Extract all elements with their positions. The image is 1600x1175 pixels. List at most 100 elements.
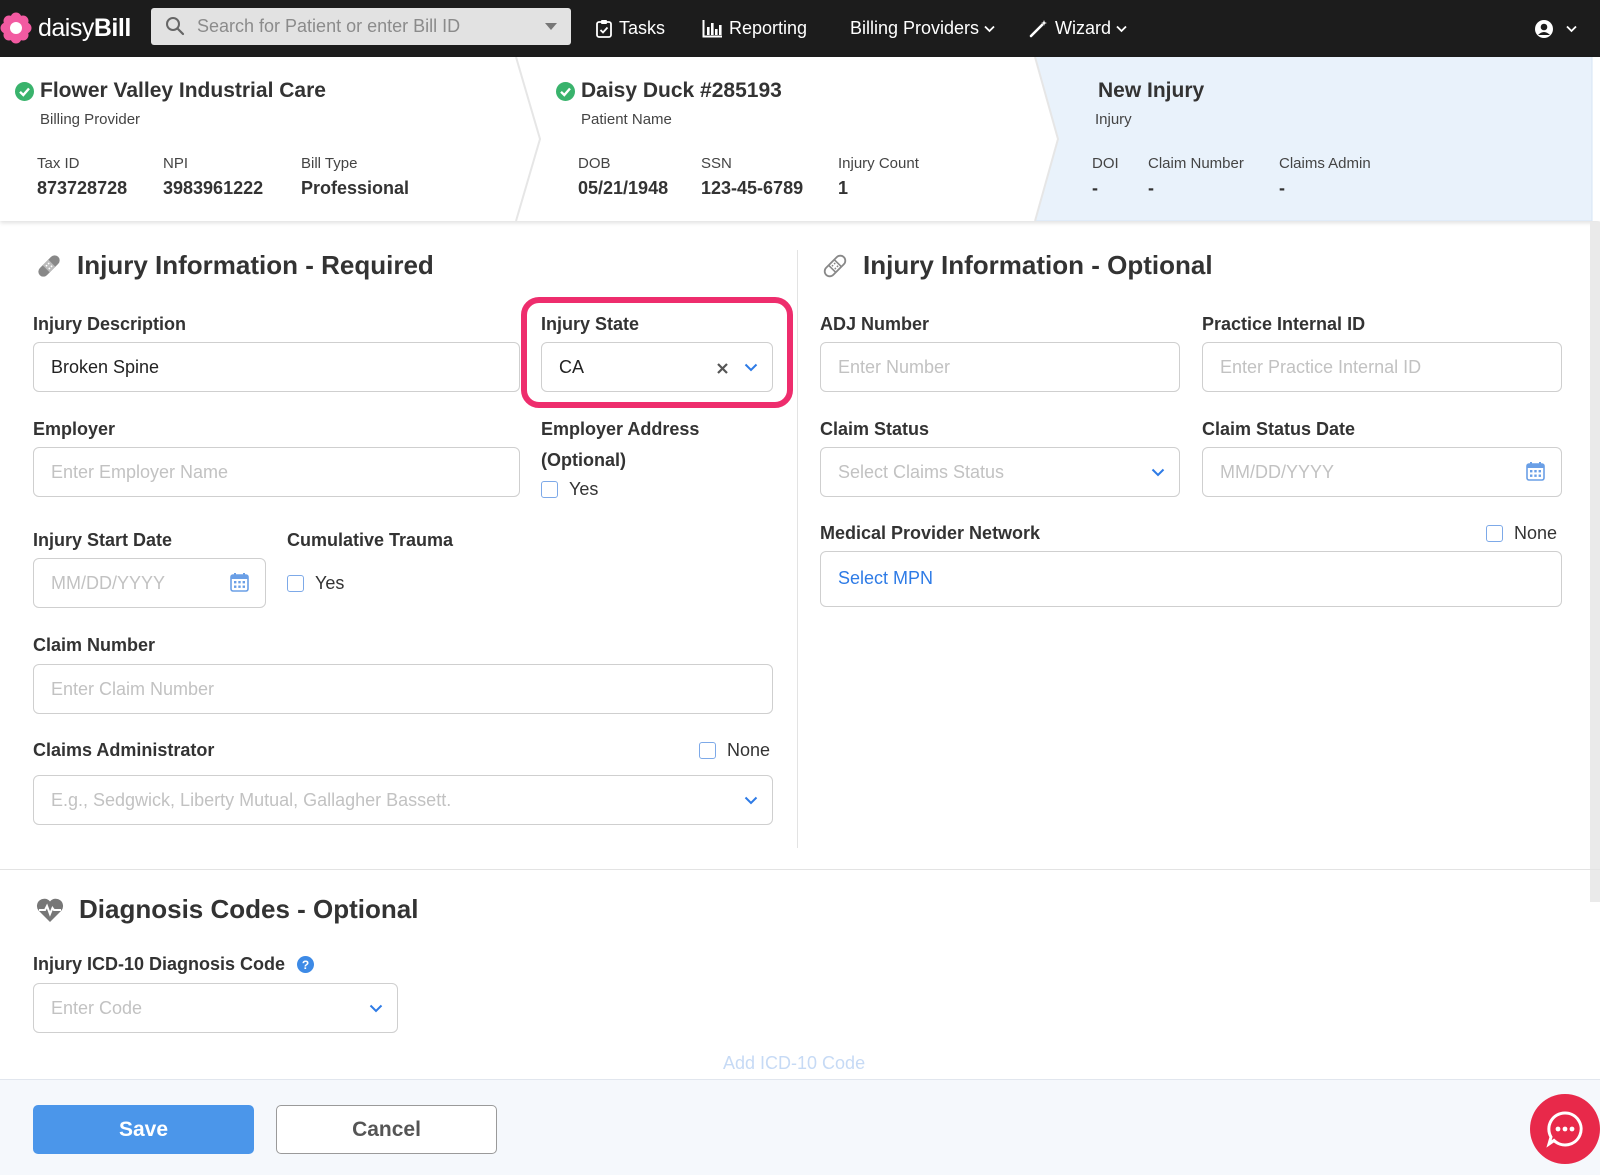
npi-label: NPI bbox=[163, 155, 189, 172]
cancel-button[interactable]: Cancel bbox=[276, 1105, 497, 1154]
billing-provider-name: Flower Valley Industrial Care bbox=[40, 79, 326, 102]
mpn-label: Medical Provider Network bbox=[820, 523, 1041, 543]
injury-start-date-label: Injury Start Date bbox=[33, 530, 173, 550]
clipboard-check-icon bbox=[596, 20, 612, 38]
form-footer: Save Cancel bbox=[0, 1079, 1600, 1175]
save-button[interactable]: Save bbox=[33, 1105, 254, 1154]
new-injury-subtitle: Injury bbox=[1095, 111, 1132, 128]
page-scrollbar[interactable] bbox=[1590, 222, 1600, 902]
practice-internal-id-field[interactable] bbox=[1202, 342, 1562, 392]
nav-billing-providers-label: Billing Providers bbox=[850, 18, 980, 38]
heartbeat-icon bbox=[36, 898, 64, 922]
daisybill-logo[interactable]: daisyBill bbox=[0, 10, 131, 46]
dob-value: 05/21/1948 bbox=[578, 178, 669, 198]
ssn-label: SSN bbox=[701, 155, 732, 172]
nav-wizard[interactable]: Wizard bbox=[1029, 0, 1127, 57]
svg-text:?: ? bbox=[302, 958, 309, 972]
user-account-menu[interactable] bbox=[1534, 0, 1577, 57]
tax-id-label: Tax ID bbox=[37, 155, 80, 172]
employer-field[interactable] bbox=[33, 447, 520, 497]
injury-start-date-input[interactable] bbox=[51, 559, 211, 607]
bill-context-header: Flower Valley Industrial Care Billing Pr… bbox=[0, 57, 1600, 221]
nav-billing-providers[interactable]: Billing Providers bbox=[850, 0, 995, 57]
header-claims-admin-value: - bbox=[1279, 178, 1285, 198]
help-question-icon[interactable]: ? bbox=[297, 956, 315, 973]
practice-internal-id-label: Practice Internal ID bbox=[1202, 314, 1366, 334]
chat-bubble-icon bbox=[1546, 1111, 1583, 1148]
checkbox-square[interactable] bbox=[699, 742, 716, 759]
cumulative-trauma-label: Cumulative Trauma bbox=[287, 530, 454, 550]
chevron-down-icon bbox=[984, 25, 995, 32]
employer-input[interactable] bbox=[51, 448, 439, 496]
calendar-icon[interactable] bbox=[1526, 461, 1545, 481]
practice-internal-id-input[interactable] bbox=[1220, 343, 1507, 391]
claims-administrator-none-checkbox[interactable]: None bbox=[699, 740, 770, 761]
icd-code-input[interactable] bbox=[51, 984, 342, 1032]
adj-number-field[interactable] bbox=[820, 342, 1180, 392]
claim-status-date-field[interactable] bbox=[1202, 447, 1562, 497]
patient-name: Daisy Duck #285193 bbox=[581, 79, 782, 102]
mpn-select-field[interactable]: Select MPN bbox=[820, 551, 1562, 607]
column-divider bbox=[797, 250, 798, 848]
doi-value: - bbox=[1092, 178, 1098, 198]
top-navigation-bar: daisyBill Tasks Reporting Billing Provid… bbox=[0, 0, 1600, 57]
patient-search-box[interactable] bbox=[151, 8, 571, 45]
patient-title[interactable]: Daisy Duck #285193 bbox=[556, 79, 782, 103]
injury-description-label: Injury Description bbox=[33, 314, 187, 334]
billing-provider-title[interactable]: Flower Valley Industrial Care bbox=[15, 79, 326, 103]
injury-description-field[interactable] bbox=[33, 342, 520, 392]
search-input[interactable] bbox=[197, 8, 527, 45]
magic-wand-icon bbox=[1029, 20, 1047, 38]
section-divider bbox=[0, 869, 1600, 870]
npi-value: 3983961222 bbox=[163, 178, 264, 198]
injury-count-label: Injury Count bbox=[838, 155, 919, 172]
employer-address-checkbox[interactable]: Yes bbox=[541, 479, 598, 500]
patient-subtitle: Patient Name bbox=[581, 111, 672, 128]
claim-status-date-input[interactable] bbox=[1220, 448, 1507, 496]
chat-support-button[interactable] bbox=[1530, 1094, 1600, 1164]
tax-id-value: 873728728 bbox=[37, 178, 128, 198]
check-circle-icon bbox=[15, 81, 34, 101]
header-claims-admin-label: Claims Admin bbox=[1279, 155, 1371, 172]
claims-administrator-none-label: None bbox=[727, 740, 771, 760]
bill-type-label: Bill Type bbox=[301, 155, 358, 172]
claim-status-input[interactable] bbox=[838, 448, 1125, 496]
diagnosis-codes-title: Diagnosis Codes - Optional bbox=[79, 894, 419, 924]
nav-reporting[interactable]: Reporting bbox=[702, 0, 807, 57]
checkbox-square[interactable] bbox=[541, 481, 558, 498]
brand-name: daisyBill bbox=[38, 13, 131, 42]
cumulative-trauma-checkbox[interactable]: Yes bbox=[287, 573, 344, 594]
claims-administrator-select[interactable] bbox=[33, 775, 773, 825]
add-icd-code-link[interactable]: Add ICD-10 Code bbox=[723, 1053, 865, 1074]
nav-tasks-label: Tasks bbox=[619, 18, 666, 38]
icd-code-label: Injury ICD-10 Diagnosis Code ? bbox=[33, 954, 315, 975]
checkbox-square[interactable] bbox=[287, 575, 304, 592]
chevron-down-icon[interactable] bbox=[369, 1004, 383, 1013]
injury-count-value: 1 bbox=[838, 178, 849, 198]
nav-tasks[interactable]: Tasks bbox=[596, 0, 665, 57]
claims-administrator-input[interactable] bbox=[51, 776, 642, 824]
claim-number-field[interactable] bbox=[33, 664, 773, 714]
employer-address-label-line-1: Employer Address bbox=[541, 419, 700, 439]
calendar-icon[interactable] bbox=[230, 572, 249, 592]
injury-start-date-field[interactable] bbox=[33, 558, 266, 608]
chevron-down-icon[interactable] bbox=[744, 796, 758, 805]
claim-status-select[interactable] bbox=[820, 447, 1180, 497]
injury-description-input[interactable] bbox=[51, 343, 439, 391]
header-claim-number-value: - bbox=[1148, 178, 1154, 198]
mpn-none-checkbox[interactable]: None bbox=[1486, 523, 1557, 544]
select-mpn-link[interactable]: Select MPN bbox=[838, 568, 933, 589]
chevron-down-icon bbox=[1116, 25, 1127, 32]
icd-code-label-text: Injury ICD-10 Diagnosis Code bbox=[33, 954, 286, 974]
injury-optional-heading: Injury Information - Optional bbox=[821, 250, 1213, 281]
employer-address-label: Employer Address (Optional) bbox=[541, 419, 699, 471]
claim-number-input[interactable] bbox=[51, 665, 642, 713]
bar-chart-icon bbox=[702, 19, 722, 37]
mpn-none-label: None bbox=[1514, 523, 1558, 543]
bill-type-value: Professional bbox=[301, 178, 410, 198]
search-dropdown-caret-icon[interactable] bbox=[545, 23, 557, 30]
checkbox-square[interactable] bbox=[1486, 525, 1503, 542]
adj-number-input[interactable] bbox=[838, 343, 1125, 391]
chevron-down-icon[interactable] bbox=[1151, 468, 1165, 477]
icd-code-select[interactable] bbox=[33, 983, 398, 1033]
